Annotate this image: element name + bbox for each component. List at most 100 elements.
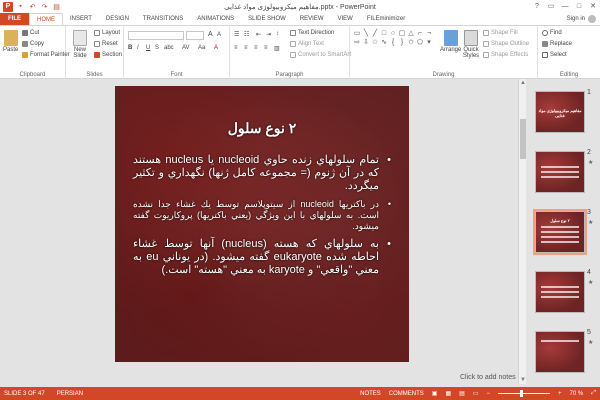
comments-button[interactable]: COMMENTS — [389, 391, 424, 397]
convert-to-smartart-button[interactable]: Convert to SmartArt — [290, 52, 351, 58]
font-color-icon[interactable]: A — [214, 45, 218, 51]
strikethrough-icon[interactable]: abc — [164, 45, 174, 51]
slide-thumbnail[interactable]: ۲ نوع سلول — [533, 209, 587, 255]
shadow-icon[interactable]: S — [155, 45, 159, 51]
connector-shape-icon[interactable]: ¬ — [425, 30, 433, 38]
tab-view[interactable]: VIEW — [331, 13, 360, 25]
tab-transitions[interactable]: TRANSITIONS — [136, 13, 190, 25]
slide-sorter-icon[interactable]: ▦ — [445, 390, 451, 397]
star-shape-icon[interactable]: ✩ — [407, 39, 415, 47]
italic-icon[interactable]: I — [137, 45, 139, 51]
slideshow-icon[interactable]: ▭ — [473, 390, 479, 397]
align-center-icon[interactable]: ≡ — [244, 45, 248, 51]
columns-icon[interactable]: ▥ — [274, 45, 280, 52]
character-spacing-icon[interactable]: AV — [182, 45, 190, 51]
slide-thumbnail[interactable] — [535, 271, 585, 313]
new-slide-button[interactable]: New Slide — [69, 30, 91, 59]
arrow-shape-icon[interactable]: ⇩ — [362, 39, 370, 47]
text-direction-button[interactable]: Text Direction — [290, 30, 334, 36]
brace-shape-icon[interactable]: { — [389, 39, 397, 47]
scrollbar-thumb[interactable] — [520, 119, 526, 159]
decrease-indent-icon[interactable]: ⇤ — [256, 31, 261, 38]
notes-button[interactable]: NOTES — [360, 391, 381, 397]
undo-icon[interactable]: ↶ — [28, 2, 37, 11]
font-family-dropdown[interactable] — [128, 31, 184, 40]
connector-shape-icon[interactable]: ⌐ — [416, 30, 424, 38]
format-painter-button[interactable]: Format Painter — [22, 52, 70, 58]
rounded-rectangle-shape-icon[interactable]: ▢ — [398, 30, 406, 38]
tab-slide-show[interactable]: SLIDE SHOW — [241, 13, 293, 25]
section-button[interactable]: Section — [94, 52, 122, 58]
shape-effects-button[interactable]: Shape Effects — [483, 52, 528, 58]
start-slideshow-icon[interactable]: ▤ — [52, 2, 61, 11]
tab-design[interactable]: DESIGN — [99, 13, 136, 25]
pentagon-shape-icon[interactable]: ⬠ — [416, 39, 424, 47]
language-indicator[interactable]: PERSIAN — [57, 391, 83, 397]
redo-icon[interactable]: ↷ — [40, 2, 49, 11]
slide[interactable]: ۲ نوع سلول تمام سلولهاي زنده حاوي nucleo… — [115, 86, 409, 362]
line-spacing-icon[interactable]: ↕ — [276, 31, 279, 37]
zoom-slider[interactable] — [497, 390, 550, 397]
star-shape-icon[interactable]: ☆ — [371, 39, 379, 47]
slide-body[interactable]: تمام سلولهاي زنده حاوي nucleoid يا nucle… — [133, 154, 391, 283]
sign-in-link[interactable]: Sign in — [567, 13, 600, 25]
quick-styles-button[interactable]: Quick Styles — [461, 30, 481, 59]
rectangle-shape-icon[interactable]: □ — [380, 30, 388, 38]
numbering-icon[interactable]: ☷ — [244, 31, 249, 38]
increase-indent-icon[interactable]: ⇥ — [266, 31, 271, 38]
maximize-button[interactable]: □ — [572, 0, 586, 12]
line-shape-icon[interactable]: ╲ — [362, 30, 370, 38]
zoom-level[interactable]: 70 % — [570, 391, 584, 397]
slide-thumbnail[interactable] — [535, 151, 585, 193]
select-button[interactable]: Select — [542, 52, 567, 58]
align-text-button[interactable]: Align Text — [290, 41, 324, 47]
scroll-down-icon[interactable]: ▼ — [519, 376, 527, 384]
bold-icon[interactable]: B — [128, 45, 132, 51]
arrow-shape-icon[interactable]: ⇨ — [353, 39, 361, 47]
vertical-scrollbar[interactable]: ▲ ▼ — [518, 79, 526, 384]
reading-view-icon[interactable]: ▤ — [459, 390, 465, 397]
align-right-icon[interactable]: ≡ — [254, 45, 258, 51]
slide-thumbnail[interactable]: مفاهیم میکروبیولوژی مواد غذایی — [535, 91, 585, 133]
replace-button[interactable]: Replace — [542, 41, 572, 47]
fit-slide-icon[interactable]: ⤢ — [591, 390, 596, 397]
paste-button[interactable]: Paste — [3, 30, 18, 53]
ribbon-display-options-button[interactable]: ▭ — [544, 0, 558, 12]
tab-review[interactable]: REVIEW — [293, 13, 331, 25]
cut-button[interactable]: Cut — [22, 30, 39, 36]
tab-home[interactable]: HOME — [29, 13, 63, 25]
arrange-button[interactable]: Arrange — [440, 30, 461, 53]
minimize-button[interactable]: — — [558, 0, 572, 12]
zoom-in-icon[interactable]: + — [558, 391, 562, 397]
align-left-icon[interactable]: ≡ — [234, 45, 238, 51]
underline-icon[interactable]: U — [146, 45, 150, 51]
close-button[interactable]: ✕ — [586, 0, 600, 12]
find-button[interactable]: Find — [542, 30, 562, 36]
curve-shape-icon[interactable]: ∿ — [380, 39, 388, 47]
bullets-icon[interactable]: ☰ — [234, 31, 239, 38]
oval-shape-icon[interactable]: ○ — [389, 30, 397, 38]
shrink-font-icon[interactable]: A — [217, 32, 221, 38]
tab-insert[interactable]: INSERT — [63, 13, 99, 25]
change-case-icon[interactable]: Aa — [198, 45, 205, 51]
shapes-gallery[interactable]: ▭ ╲ ╱ □ ○ ▢ △ ⌐ ¬ ⇨ ⇩ ☆ ∿ { } ✩ ⬠ ▾ — [353, 30, 433, 47]
reset-button[interactable]: Reset — [94, 41, 118, 47]
justify-icon[interactable]: ≡ — [264, 45, 268, 51]
grow-font-icon[interactable]: A — [208, 31, 213, 38]
save-icon[interactable]: ▪ — [16, 2, 25, 11]
help-button[interactable]: ? — [530, 0, 544, 12]
brace-shape-icon[interactable]: } — [398, 39, 406, 47]
line-shape-icon[interactable]: ╱ — [371, 30, 379, 38]
copy-button[interactable]: Copy — [22, 41, 44, 47]
scroll-up-icon[interactable]: ▲ — [519, 79, 527, 87]
font-size-dropdown[interactable] — [186, 31, 204, 40]
tab-fileminimizer[interactable]: FILEminimizer — [360, 13, 412, 25]
normal-view-icon[interactable]: ▣ — [432, 390, 438, 397]
slide-title[interactable]: ۲ نوع سلول — [115, 120, 409, 137]
shape-outline-button[interactable]: Shape Outline — [483, 41, 529, 47]
tab-animations[interactable]: ANIMATIONS — [190, 13, 241, 25]
more-shapes-icon[interactable]: ▾ — [425, 39, 433, 47]
layout-button[interactable]: Layout — [94, 30, 120, 36]
slide-thumbnail[interactable] — [535, 331, 585, 373]
notes-placeholder[interactable]: Click to add notes — [460, 374, 516, 381]
